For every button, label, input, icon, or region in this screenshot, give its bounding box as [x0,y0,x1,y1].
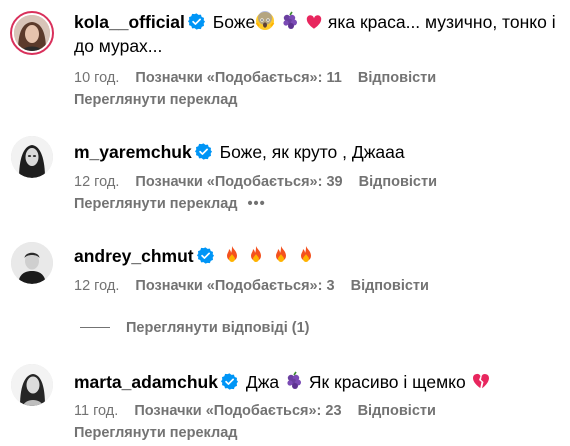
grapes-emoji [284,371,304,391]
see-translation-button[interactable]: Переглянути переклад [74,92,237,108]
username[interactable]: m_yaremchuk [74,142,192,162]
comment-text: andrey_chmut [74,244,316,268]
comment-text: marta_adamchuk Джа Як красиво і щемко [74,370,491,394]
timestamp[interactable]: 10 год. [74,70,119,86]
fire-emoji [222,245,242,265]
username[interactable]: kola__official [74,12,185,32]
avatar[interactable] [10,11,54,55]
likes-count[interactable]: Позначки «Подобається»: 39 [135,174,342,190]
see-translation-button[interactable]: Переглянути переклад [74,425,237,441]
timestamp[interactable]: 12 год. [74,278,119,294]
fire-emoji [296,245,316,265]
more-options-icon[interactable]: ••• [247,196,265,212]
comment-meta: 12 год. Позначки «Подобається»: 3 Відпов… [74,278,441,294]
avatar[interactable] [11,242,53,284]
reply-button[interactable]: Відповісти [351,278,429,294]
avatar[interactable] [11,364,53,406]
reply-button[interactable]: Відповісти [358,403,436,419]
comment-text-part: Боже, як круто , Джааа [219,142,405,162]
comment-text: kola__official Боже яка краса... музично… [74,10,556,34]
grapes-emoji [280,11,300,31]
broken-heart-emoji [471,371,491,391]
comment-text-part: Джа [245,372,280,392]
reply-button[interactable]: Відповісти [359,174,437,190]
verified-badge-icon [195,143,212,160]
comment-meta: 11 год. Позначки «Подобається»: 23 Відпо… [74,403,448,419]
comment-text-part: яка краса... музично, тонко і [327,12,556,32]
fire-emoji [246,245,266,265]
comment-text-part: Боже [212,12,256,32]
divider [80,327,110,328]
comment-meta: 10 год. Позначки «Подобається»: 11 Відпо… [74,70,448,86]
verified-badge-icon [188,13,205,30]
verified-badge-icon [197,247,214,264]
likes-count[interactable]: Позначки «Подобається»: 23 [134,403,341,419]
avatar[interactable] [11,136,53,178]
comment-meta: 12 год. Позначки «Подобається»: 39 Відпо… [74,174,449,190]
view-replies-button[interactable]: Переглянути відповіді (1) [80,320,310,336]
timestamp[interactable]: 12 год. [74,174,119,190]
comment-text: m_yaremchuk Боже, як круто , Джааа [74,140,405,164]
username[interactable]: andrey_chmut [74,246,194,266]
username[interactable]: marta_adamchuk [74,372,218,392]
screaming-face-emoji [255,11,275,31]
red-heart-emoji [305,13,323,31]
see-translation-button[interactable]: Переглянути переклад [74,196,237,212]
likes-count[interactable]: Позначки «Подобається»: 3 [135,278,334,294]
comment-text-part: Як красиво і щемко [308,372,466,392]
timestamp[interactable]: 11 год. [74,403,118,419]
verified-badge-icon [221,373,238,390]
reply-button[interactable]: Відповісти [358,70,436,86]
comment-text-line2: до мурах... [74,36,163,56]
fire-emoji [271,245,291,265]
likes-count[interactable]: Позначки «Подобається»: 11 [135,70,341,86]
view-replies-label: Переглянути відповіді (1) [126,320,310,336]
translate-row: Переглянути переклад ••• [74,196,266,212]
